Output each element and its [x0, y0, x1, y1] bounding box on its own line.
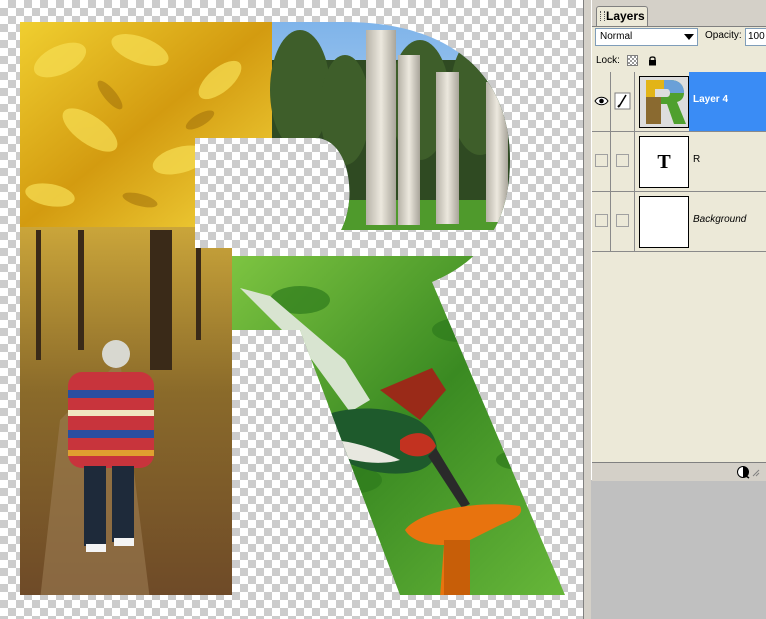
layers-panel: Layers Normal Opacity: 100 Lock: Layer 4…	[591, 0, 766, 481]
chevron-down-icon[interactable]	[684, 34, 694, 40]
layer-thumbnail[interactable]	[639, 196, 689, 248]
layer-row-r[interactable]: T R	[592, 132, 766, 192]
new-layer-icon[interactable]	[736, 465, 750, 479]
blend-mode-value: Normal	[600, 31, 633, 42]
eye-icon[interactable]	[592, 72, 611, 131]
lock-all-icon[interactable]	[647, 55, 658, 66]
grip-icon[interactable]	[600, 11, 605, 21]
blend-mode-select[interactable]: Normal	[595, 28, 698, 46]
layer-row-layer-4[interactable]: Layer 4	[592, 72, 766, 132]
letter-r-collage	[20, 22, 565, 595]
layer-name-area[interactable]: Background	[689, 192, 766, 251]
brush-link-icon[interactable]	[611, 72, 635, 131]
layer-visibility-toggle[interactable]	[592, 132, 611, 191]
layer-name[interactable]: Layer 4	[693, 94, 728, 105]
layer-name-area[interactable]: R	[689, 132, 766, 191]
layer-name[interactable]: R	[693, 154, 700, 165]
visibility-box-icon[interactable]	[595, 154, 608, 167]
layer-thumbnail[interactable]	[639, 76, 689, 128]
opacity-value: 100	[748, 31, 765, 42]
lock-row: Lock:	[592, 50, 766, 73]
visibility-box-icon[interactable]	[595, 214, 608, 227]
collage-r-thumbnail	[640, 77, 688, 127]
lock-transparency-icon[interactable]	[627, 55, 638, 66]
canvas-scroll-edge[interactable]	[583, 0, 591, 619]
document-canvas[interactable]	[0, 0, 583, 619]
tab-layers[interactable]: Layers	[596, 6, 648, 26]
opacity-field[interactable]: 100	[745, 28, 766, 46]
resize-grip-icon[interactable]	[752, 469, 760, 477]
layers-panel-footer	[592, 462, 766, 481]
layer-row-background[interactable]: Background	[592, 192, 766, 252]
link-box-icon[interactable]	[616, 154, 629, 167]
layer-link-toggle[interactable]	[611, 72, 635, 131]
layer-link-toggle[interactable]	[611, 132, 635, 191]
layer-visibility-toggle[interactable]	[592, 192, 611, 251]
palette-tab-strip: Layers	[592, 0, 766, 27]
layer-list: Layer 4 T R Background	[592, 72, 766, 462]
layer-thumbnail[interactable]: T	[639, 136, 689, 188]
tab-layers-label: Layers	[606, 9, 645, 23]
blend-row: Normal Opacity: 100	[592, 26, 766, 50]
link-box-icon[interactable]	[616, 214, 629, 227]
layer-link-toggle[interactable]	[611, 192, 635, 251]
lock-label: Lock:	[596, 55, 620, 66]
layer-name-area[interactable]: Layer 4	[689, 72, 766, 131]
text-layer-icon: T	[657, 151, 671, 173]
layer-name[interactable]: Background	[693, 214, 746, 225]
opacity-label: Opacity:	[705, 30, 742, 41]
layer-visibility-toggle[interactable]	[592, 72, 611, 131]
